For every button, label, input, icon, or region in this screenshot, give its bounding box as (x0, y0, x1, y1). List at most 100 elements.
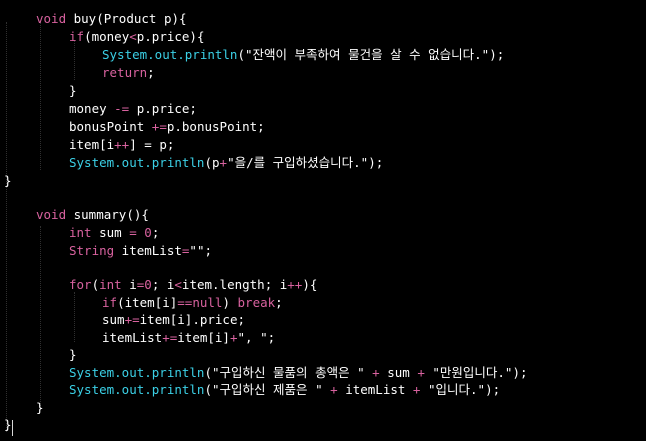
code-line[interactable]: bonusPoint +=p.bonusPoint; (69, 118, 265, 136)
code-line[interactable]: } (4, 416, 12, 434)
code-text-token: i (121, 277, 137, 292)
code-text-token: sum (102, 312, 125, 327)
operator-token: += (151, 119, 167, 134)
operator-token: + (409, 365, 433, 380)
code-line[interactable]: itemList+=item[i]+", "; (102, 329, 275, 347)
code-text-token: itemList (114, 243, 182, 258)
string-literal-token: "구입하신 물품의 총액은 " (212, 365, 365, 380)
code-text-token: buy(Product p){ (66, 11, 187, 26)
operator-token: ++ (114, 137, 130, 152)
code-text-token: ( (91, 277, 100, 292)
method-call-token: System.out.println (69, 365, 205, 380)
keyword-token: for (69, 277, 92, 292)
indent-guide (74, 292, 75, 342)
code-line[interactable]: } (36, 399, 44, 417)
operator-token: + (229, 330, 238, 345)
method-call-token: System.out.println (69, 382, 205, 397)
operator-token: = (129, 225, 137, 240)
code-text-token: summary(){ (66, 207, 149, 222)
indent-guide (40, 22, 41, 170)
code-text-token: } (4, 417, 12, 432)
code-text-token: ; (267, 330, 276, 345)
operator-token: == (177, 295, 193, 310)
operator-token: += (124, 312, 140, 327)
code-text-token: bonusPoint (69, 119, 152, 134)
operator-token: + (364, 365, 388, 380)
code-line[interactable]: if(item[i]==null) break; (102, 294, 283, 312)
operator-token: += (162, 330, 178, 345)
operator-token: < (174, 277, 182, 292)
code-line[interactable]: return; (102, 64, 155, 82)
code-line[interactable]: } (69, 346, 77, 364)
method-call-token: System.out.println (69, 155, 205, 170)
number-literal-token: 0 (136, 225, 152, 240)
code-text-token: ); (489, 47, 505, 62)
code-line[interactable]: System.out.println("구입하신 제품은 " + itemLis… (69, 381, 500, 399)
code-text-token: ( (204, 365, 212, 380)
code-text-token: } (36, 400, 44, 415)
string-literal-token: "구입하신 제품은 " (212, 382, 323, 397)
code-text-token: ( (237, 47, 245, 62)
code-line[interactable]: void buy(Product p){ (36, 10, 187, 28)
code-text-token: } (69, 347, 77, 362)
code-text-token: itemList (345, 382, 406, 397)
code-text-token: ; (275, 295, 283, 310)
code-text-token: p.price; (129, 101, 197, 116)
keyword-token: String (69, 243, 115, 258)
indent-guide (40, 226, 41, 410)
keyword-token: void (36, 11, 67, 26)
code-text-token: (money (84, 29, 130, 44)
code-editor[interactable]: void buy(Product p){ if(money<p.price){ … (0, 0, 646, 441)
string-literal-token: ", " (237, 330, 268, 345)
operator-token: < (129, 29, 137, 44)
code-line[interactable]: money -= p.price; (69, 100, 197, 118)
code-text-token: ( (204, 382, 212, 397)
code-text-token: ); (512, 365, 528, 380)
code-line[interactable]: item[i++] = p; (69, 136, 174, 154)
code-line[interactable]: int sum = 0; (69, 224, 159, 242)
code-text-token: ){ (302, 277, 318, 292)
code-line[interactable]: String itemList=""; (69, 242, 212, 260)
code-text-token: item.length; i (181, 277, 288, 292)
keyword-token: if (102, 295, 118, 310)
text-cursor (12, 420, 13, 436)
keyword-token: break (237, 295, 276, 310)
code-text-token: p.price){ (136, 29, 205, 44)
code-line[interactable]: for(int i=0; i<item.length; i++){ (69, 276, 317, 294)
code-text-token: money (69, 101, 115, 116)
code-text-token: ; (204, 243, 213, 258)
code-line[interactable]: } (4, 172, 12, 190)
keyword-token: return (102, 65, 148, 80)
code-text-token: p.bonusPoint; (166, 119, 265, 134)
code-text-token: } (69, 83, 77, 98)
operator-token: -= (114, 101, 130, 116)
keyword-token: null (192, 295, 223, 310)
operator-token: + (322, 382, 346, 397)
code-text-token: item[i].price; (139, 312, 245, 327)
code-text-token: ; (147, 65, 155, 80)
method-call-token: System.out.println (102, 47, 238, 62)
code-line[interactable]: if(money<p.price){ (69, 28, 204, 46)
code-line[interactable]: System.out.println("구입하신 물품의 총액은 " + sum… (69, 364, 528, 382)
indent-guide (74, 40, 75, 80)
code-text-token: (p (204, 155, 220, 170)
string-literal-token: "입니다." (427, 382, 486, 397)
code-text-token: ) (222, 295, 238, 310)
code-line[interactable]: void summary(){ (36, 206, 149, 224)
operator-token: + (405, 382, 428, 397)
code-text-token: ; i (151, 277, 175, 292)
code-text-token: (item[i] (117, 295, 178, 310)
operator-token: ++ (287, 277, 303, 292)
code-text-token: ; (151, 225, 160, 240)
code-text-token: sum (387, 365, 410, 380)
code-text-token: sum (91, 225, 130, 240)
code-line[interactable]: System.out.println(p+"을/를 구입하셨습니다."); (69, 154, 383, 172)
code-text-token: ); (485, 382, 501, 397)
keyword-token: void (36, 207, 67, 222)
number-literal-token: 0 (144, 277, 152, 292)
code-line[interactable]: sum+=item[i].price; (102, 311, 245, 329)
code-line[interactable]: System.out.println("잔액이 부족하여 물건을 살 수 없습니… (102, 46, 504, 64)
code-line[interactable]: } (69, 82, 77, 100)
keyword-token: int (99, 277, 122, 292)
code-text-token: itemList (102, 330, 163, 345)
